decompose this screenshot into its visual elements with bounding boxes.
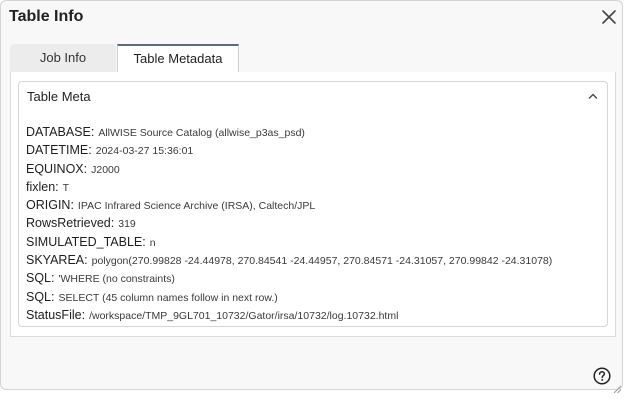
meta-value: /workspace/TMP_9GL701_10732/Gator/irsa/1… [89,309,399,322]
table-meta-panel: Table Meta DATABASE: AllWISE Source Catal… [18,81,608,327]
meta-row: SIMULATED_TABLE: n [26,233,552,251]
meta-value: SELECT (45 column names follow in next r… [58,291,278,304]
meta-key: StatusFile: [26,307,86,322]
meta-row: SKYAREA: polygon(270.99828 -24.44978, 270… [26,251,552,269]
chevron-up-icon [588,93,598,99]
tab-bar: Job Info Table Metadata [10,44,616,73]
resize-grip-icon[interactable] [613,381,622,394]
meta-key: SQL: [26,289,55,304]
meta-key: SQL: [26,271,55,286]
meta-value: AllWISE Source Catalog (allwise_p3as_psd… [98,127,305,139]
tab-content: Table Meta DATABASE: AllWISE Source Catal… [10,72,616,337]
meta-key: DATETIME: [26,143,92,158]
meta-row: StatusFile:/workspace/TMP_9GL701_10732/G… [26,306,552,324]
meta-row: fixlen: T [26,178,552,196]
meta-value: 2024-03-27 15:36:01 [95,145,194,158]
meta-value: polygon(270.99828 -24.44978, 270.84541 -… [91,255,553,268]
table-info-dialog: Table Info Job Info Table Metadata Table… [0,0,623,394]
meta-value: n [149,236,156,249]
help-button[interactable] [593,367,611,385]
meta-value: 319 [118,218,136,231]
meta-key: DATABASE: [26,125,95,139]
tab-job-info[interactable]: Job Info [10,44,116,72]
dialog-title: Table Info [9,8,84,25]
meta-value: J2000 [91,163,120,176]
meta-value: T [62,181,70,194]
close-icon [602,10,616,24]
meta-row: ORIGIN: IPAC Infrared Science Archive (IR… [26,196,552,214]
meta-key: fixlen: [26,179,59,194]
metadata-list: DATABASE: AllWISE Source Catalog (allwise… [26,123,552,324]
panel-title: Table Meta [27,89,91,104]
meta-value: IPAC Infrared Science Archive (IRSA), Ca… [77,200,316,213]
meta-key: SKYAREA: [26,253,88,268]
meta-value: 'WHERE (no constraints) [58,273,175,286]
close-button[interactable] [599,7,619,27]
meta-key: RowsRetrieved: [26,216,115,231]
meta-key: EQUINOX: [26,161,88,176]
meta-row: EQUINOX: J2000 [26,160,552,178]
help-icon [593,367,611,385]
meta-key: SIMULATED_TABLE: [26,234,146,249]
meta-row: SQL: 'WHERE (no constraints) [26,269,552,287]
meta-row: DATABASE: AllWISE Source Catalog (allwise… [26,123,552,141]
meta-row: DATETIME: 2024-03-27 15:36:01 [26,141,552,159]
meta-key: ORIGIN: [26,198,74,213]
meta-row: RowsRetrieved: 319 [26,214,552,232]
meta-row: SQL: SELECT (45 column names follow in ne… [26,288,552,306]
tab-table-metadata[interactable]: Table Metadata [117,44,239,73]
collapse-button[interactable] [585,88,601,104]
